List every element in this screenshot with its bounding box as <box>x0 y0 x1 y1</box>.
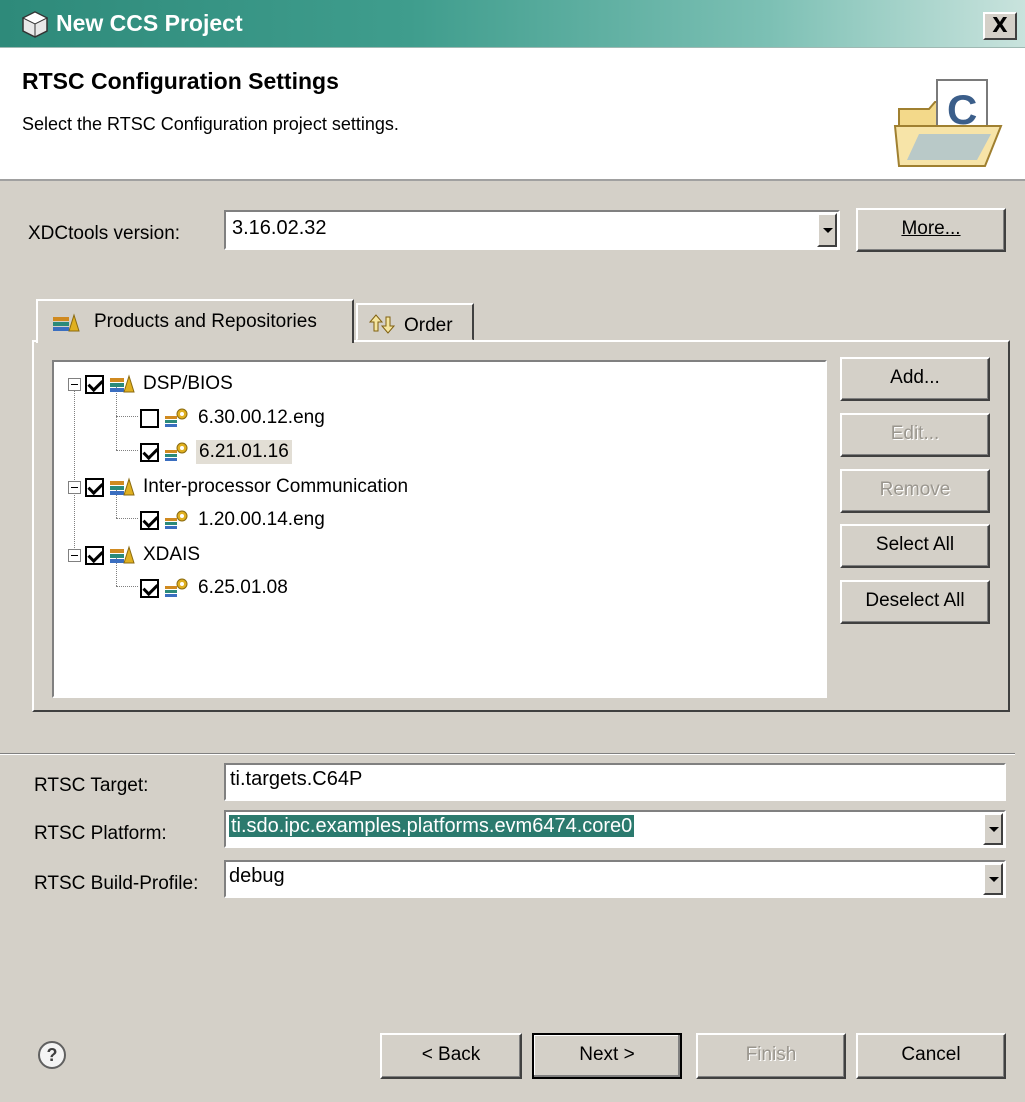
checkbox-ipc[interactable] <box>85 477 104 497</box>
checkbox-xdais[interactable] <box>85 545 104 565</box>
help-icon[interactable]: ? <box>38 1041 66 1069</box>
tab-products-label: Products and Repositories <box>94 311 317 332</box>
chevron-down-icon[interactable] <box>983 813 1003 845</box>
folder-c-icon: C <box>893 79 1003 167</box>
xdctools-version-combo[interactable]: 3.16.02.32 <box>224 210 840 250</box>
remove-button-label: Remove <box>879 479 951 500</box>
gear-package-icon <box>165 408 188 427</box>
next-button[interactable]: Next > <box>532 1033 682 1079</box>
tree-label: DSP/BIOS <box>143 373 233 394</box>
collapse-icon[interactable] <box>68 377 81 391</box>
finish-button[interactable]: Finish <box>696 1033 846 1079</box>
collapse-icon[interactable] <box>68 480 81 494</box>
page-description: Select the RTSC Configuration project se… <box>22 114 399 134</box>
tab-order-label: Order <box>404 315 453 336</box>
tree-item-dsp-bios[interactable]: DSP/BIOS <box>68 369 233 399</box>
rtsc-target-label: RTSC Target: <box>34 775 149 796</box>
rtsc-platform-selected-text: ti.sdo.ipc.examples.platforms.evm6474.co… <box>229 815 635 837</box>
tree-label: 6.30.00.12.eng <box>198 407 325 428</box>
cancel-button-label: Cancel <box>901 1044 961 1065</box>
tree-label: Inter-processor Communication <box>143 476 409 497</box>
title-bar[interactable]: New CCS Project X <box>0 0 1025 48</box>
rtsc-build-profile-value: debug <box>229 865 285 887</box>
repository-icon <box>110 545 135 564</box>
cancel-button[interactable]: Cancel <box>856 1033 1006 1079</box>
tree-item-6-30-00-12-eng[interactable]: 6.30.00.12.eng <box>140 403 325 433</box>
deselect-all-button[interactable]: Deselect All <box>840 580 990 624</box>
tree-item-6-25-01-08[interactable]: 6.25.01.08 <box>140 573 288 603</box>
tree-label-selected: 6.21.01.16 <box>196 440 292 464</box>
checkbox-6-25-01-08[interactable] <box>140 578 159 598</box>
gear-package-icon <box>165 442 188 461</box>
select-all-button[interactable]: Select All <box>840 524 990 568</box>
xdctools-label: XDCtools version: <box>28 223 181 244</box>
remove-button[interactable]: Remove <box>840 469 990 513</box>
more-button-label: More... <box>901 218 961 239</box>
tab-products-and-repositories[interactable]: Products and Repositories <box>36 299 354 343</box>
select-all-button-label: Select All <box>875 534 955 555</box>
rtsc-target-field[interactable]: ti.targets.C64P <box>224 763 1006 801</box>
repository-icon <box>110 374 135 393</box>
rtsc-platform-combo[interactable]: ti.sdo.ipc.examples.platforms.evm6474.co… <box>224 810 1006 848</box>
tree-label: 6.25.01.08 <box>198 577 288 598</box>
tree-item-xdais[interactable]: XDAIS <box>68 540 200 570</box>
products-tree[interactable]: DSP/BIOS 6.30.00.12.eng 6.21.01.16 Inter… <box>52 360 827 698</box>
tree-connector <box>116 416 138 417</box>
checkbox-6-21-01-16[interactable] <box>140 442 159 462</box>
chevron-down-icon[interactable] <box>817 213 837 247</box>
checkbox-1-20-00-14-eng[interactable] <box>140 510 159 530</box>
rtsc-platform-label: RTSC Platform: <box>34 823 167 844</box>
rtsc-build-profile-combo[interactable]: debug <box>224 860 1006 898</box>
tree-label: XDAIS <box>143 544 201 565</box>
gear-package-icon <box>165 510 188 529</box>
tree-item-6-21-01-16[interactable]: 6.21.01.16 <box>140 437 292 467</box>
rtsc-build-profile-label: RTSC Build-Profile: <box>34 873 199 894</box>
finish-button-label: Finish <box>745 1044 797 1065</box>
add-button[interactable]: Add... <box>840 357 990 401</box>
edit-button-label: Edit... <box>890 423 940 444</box>
rtsc-target-value: ti.targets.C64P <box>230 768 363 790</box>
edit-button[interactable]: Edit... <box>840 413 990 457</box>
checkbox-dsp-bios[interactable] <box>85 374 104 394</box>
tree-label: 1.20.00.14.eng <box>198 509 325 530</box>
up-down-arrows-icon <box>368 314 396 334</box>
checkbox-6-30-00-12-eng[interactable] <box>140 408 159 428</box>
tree-connector <box>116 518 138 519</box>
rtsc-platform-value: ti.sdo.ipc.examples.platforms.evm6474.co… <box>229 815 635 838</box>
tree-item-1-20-00-14-eng[interactable]: 1.20.00.14.eng <box>140 505 325 535</box>
xdctools-version-value: 3.16.02.32 <box>232 217 327 239</box>
wizard-header: RTSC Configuration Settings Select the R… <box>0 48 1025 181</box>
window-title: New CCS Project <box>56 10 243 36</box>
page-title: RTSC Configuration Settings <box>22 68 339 94</box>
tree-connector <box>116 586 138 587</box>
back-button-label: < Back <box>421 1044 481 1065</box>
add-button-label: Add... <box>890 367 940 388</box>
chevron-down-icon[interactable] <box>983 863 1003 895</box>
repository-icon <box>53 313 80 332</box>
footer-separator <box>0 753 1015 755</box>
repository-icon <box>110 477 135 496</box>
close-button[interactable]: X <box>983 12 1017 40</box>
next-button-label: Next > <box>579 1044 635 1065</box>
gear-package-icon <box>165 578 188 597</box>
deselect-all-button-label: Deselect All <box>865 590 965 611</box>
tree-connector <box>116 450 138 451</box>
app-icon <box>21 11 49 38</box>
collapse-icon[interactable] <box>68 548 81 562</box>
wizard-body: XDCtools version: 3.16.02.32 More... Pro… <box>0 183 1025 1102</box>
back-button[interactable]: < Back <box>380 1033 522 1079</box>
more-button[interactable]: More... <box>856 208 1006 252</box>
tree-item-inter-processor-communication[interactable]: Inter-processor Communication <box>68 472 408 502</box>
tab-order[interactable]: Order <box>356 303 474 341</box>
